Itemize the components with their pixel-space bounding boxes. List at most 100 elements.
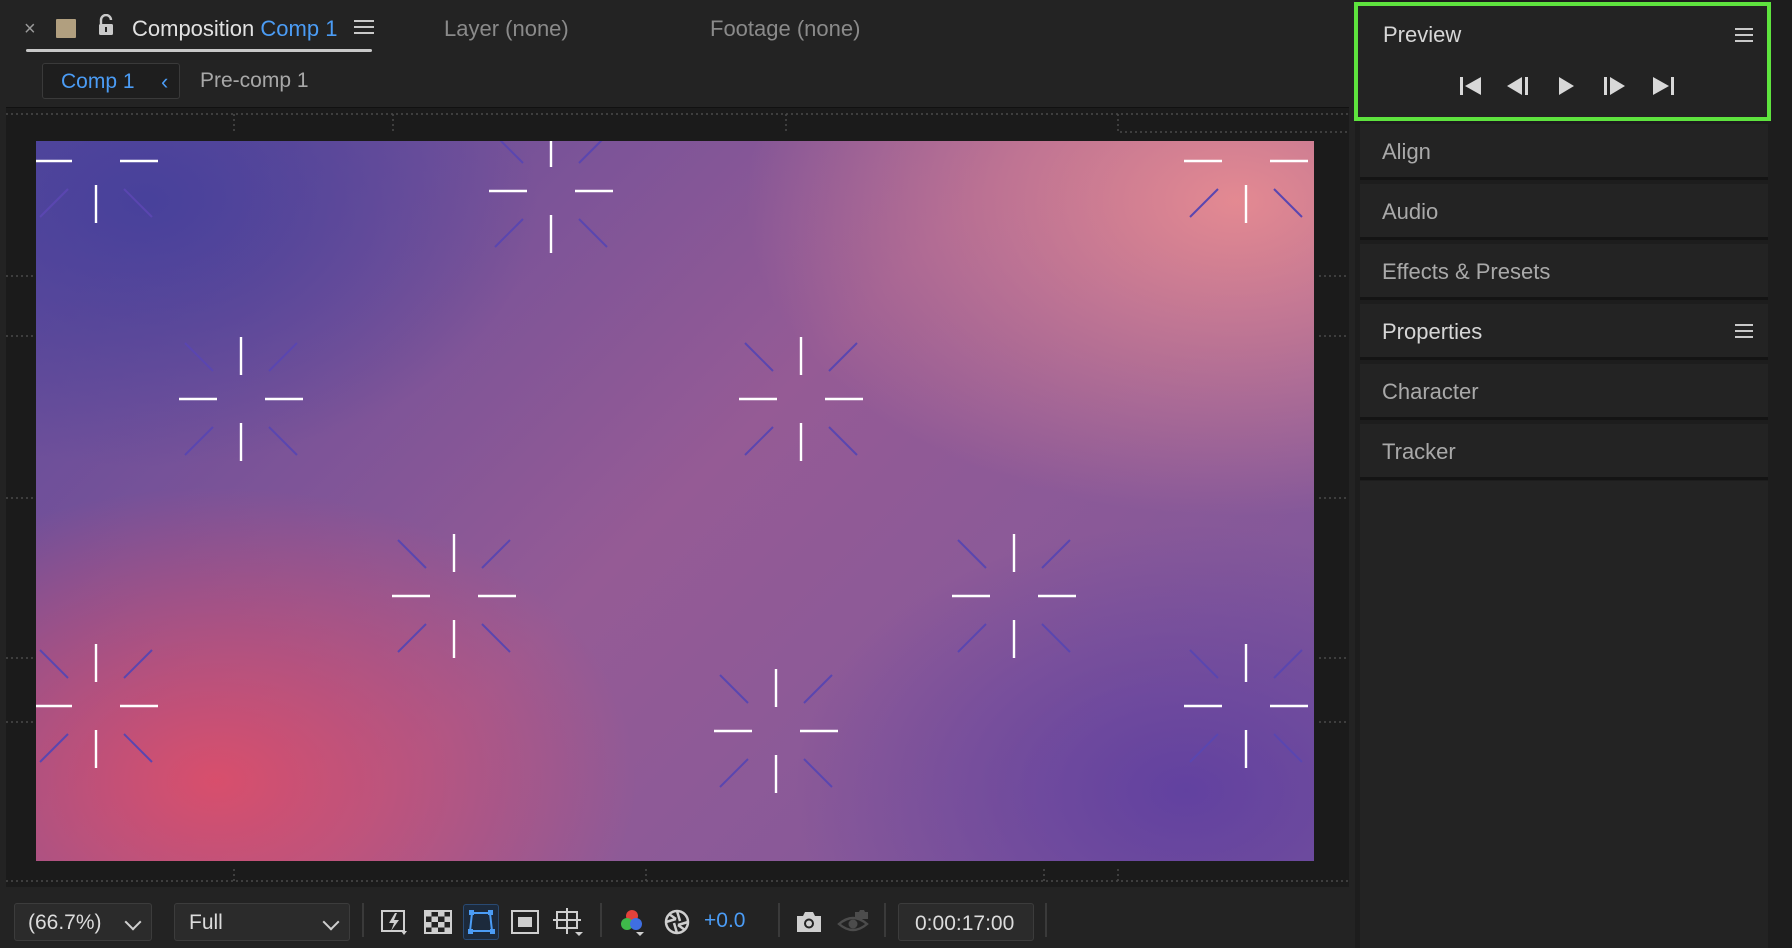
preview-panel-menu-icon[interactable] — [1735, 28, 1753, 46]
step-forward-icon — [1604, 77, 1625, 95]
sparkle-burst — [179, 337, 303, 461]
properties-panel-menu-icon[interactable] — [1735, 324, 1753, 342]
sparkle-diagonal — [803, 758, 833, 788]
sparkle-burst — [739, 337, 863, 461]
toolbar-divider — [362, 903, 364, 937]
sparkle-diagonal — [397, 623, 427, 653]
sparkle-diagonal — [1273, 649, 1303, 679]
sparkle-burst — [1184, 159, 1308, 223]
sparkle-diagonal — [397, 539, 427, 569]
skip-to-start-icon — [1460, 77, 1481, 95]
play-button[interactable] — [1548, 72, 1584, 100]
panel-effects-presets[interactable]: Effects & Presets — [1360, 244, 1768, 300]
panel-tab-bar: × Composition Comp 1 Layer (none) Footag… — [0, 0, 1355, 58]
exposure-value[interactable]: +0.0 — [704, 909, 745, 933]
sparkle-diagonal — [184, 342, 214, 372]
panel-audio[interactable]: Audio — [1360, 184, 1768, 240]
tab-footage[interactable]: Footage (none) — [710, 16, 860, 42]
close-tab-icon[interactable]: × — [24, 18, 36, 41]
sparkle-diagonal — [494, 218, 524, 248]
panel-properties[interactable]: Properties — [1360, 304, 1768, 360]
current-time-display[interactable]: 0:00:17:00 — [898, 903, 1034, 941]
sparkle-diagonal — [1273, 733, 1303, 763]
sparkle-diagonal — [1041, 623, 1071, 653]
unlock-icon[interactable] — [96, 13, 116, 38]
panel-align-label: Align — [1382, 139, 1431, 164]
toolbar-divider — [600, 903, 602, 937]
sparkle-diagonal — [957, 623, 987, 653]
sparkle-burst — [714, 669, 838, 793]
sparkle-layer — [36, 141, 1308, 793]
sparkle-burst — [952, 534, 1076, 658]
sparkle-diagonal — [123, 188, 153, 218]
sparkle-diagonal — [184, 426, 214, 456]
chevron-left-icon: ‹ — [161, 69, 169, 94]
fast-previews-icon[interactable] — [376, 904, 412, 940]
next-frame-button[interactable] — [1596, 72, 1632, 100]
sparkle-diagonal — [1189, 649, 1219, 679]
composition-canvas[interactable] — [36, 141, 1314, 861]
panel-tracker[interactable]: Tracker — [1360, 424, 1768, 480]
sparkle-diagonal — [268, 426, 298, 456]
sparkle-burst — [36, 159, 158, 223]
tab-menu-icon[interactable] — [354, 20, 374, 38]
magnification-value: (66.7%) — [28, 911, 102, 934]
color-channels-icon[interactable] — [614, 904, 650, 940]
last-frame-button[interactable] — [1645, 72, 1681, 100]
sparkle-diagonal — [499, 141, 524, 164]
sparkle-diagonal — [39, 649, 69, 679]
show-snapshot-icon[interactable] — [835, 904, 871, 940]
composition-viewer[interactable] — [6, 107, 1349, 887]
breadcrumb-item-pre-comp-1[interactable]: Pre-comp 1 — [200, 69, 309, 93]
first-frame-button[interactable] — [1453, 72, 1489, 100]
active-tab-indicator — [26, 49, 372, 52]
resolution-dropdown[interactable]: Full — [174, 903, 350, 941]
tab-composition-label: Composition — [132, 16, 255, 41]
sparkle-diagonal — [268, 342, 298, 372]
sparkle-diagonal — [1041, 539, 1071, 569]
sparkle-diagonal — [123, 733, 153, 763]
breadcrumb-item-comp-1[interactable]: Comp 1 ‹ — [42, 63, 180, 99]
panel-character-label: Character — [1382, 379, 1479, 404]
preview-panel-title[interactable]: Preview — [1383, 22, 1461, 48]
mask-visibility-icon[interactable] — [463, 904, 499, 940]
transparency-grid-icon[interactable] — [420, 904, 456, 940]
sparkle-diagonal — [1189, 188, 1219, 218]
resolution-value: Full — [189, 911, 223, 934]
grid-guides-icon[interactable] — [551, 904, 587, 940]
chevron-down-icon — [124, 913, 142, 931]
step-back-icon — [1507, 77, 1528, 95]
sparkle-diagonal — [578, 141, 603, 164]
viewer-toolbar: (66.7%) Full +0.0 0:00:17:00 — [0, 895, 1355, 948]
breadcrumb: Comp 1 ‹ Pre-comp 1 — [0, 60, 1355, 102]
toolbar-divider — [778, 903, 780, 937]
sparkle-diagonal — [578, 218, 608, 248]
panel-character[interactable]: Character — [1360, 364, 1768, 420]
sparkle-burst — [36, 644, 158, 768]
panel-tracker-label: Tracker — [1382, 439, 1456, 464]
sparkle-burst — [489, 141, 613, 253]
sparkle-diagonal — [719, 674, 749, 704]
sparkle-diagonal — [744, 342, 774, 372]
preview-panel: Preview — [1354, 2, 1771, 121]
sparkle-diagonal — [957, 539, 987, 569]
composition-panel: × Composition Comp 1 Layer (none) Footag… — [0, 0, 1355, 948]
panel-align[interactable]: Align — [1360, 124, 1768, 180]
previous-frame-button[interactable] — [1500, 72, 1536, 100]
reset-exposure-icon[interactable] — [659, 904, 695, 940]
sparkle-diagonal — [1273, 188, 1303, 218]
panel-audio-label: Audio — [1382, 199, 1439, 224]
magnification-dropdown[interactable]: (66.7%) — [14, 903, 152, 941]
tab-layer[interactable]: Layer (none) — [444, 16, 569, 42]
tab-composition[interactable]: Composition Comp 1 — [132, 16, 337, 42]
snapshot-icon[interactable] — [791, 904, 827, 940]
sparkle-burst — [1184, 644, 1308, 768]
sparkle-diagonal — [803, 674, 833, 704]
play-icon — [1559, 77, 1574, 95]
dock-empty-area — [1360, 481, 1768, 948]
sparkle-diagonal — [481, 623, 511, 653]
tab-composition-name: Comp 1 — [260, 16, 338, 41]
composition-color-swatch[interactable] — [56, 19, 76, 38]
region-of-interest-icon[interactable] — [507, 904, 543, 940]
breadcrumb-comp-1-label: Comp 1 — [61, 70, 135, 93]
